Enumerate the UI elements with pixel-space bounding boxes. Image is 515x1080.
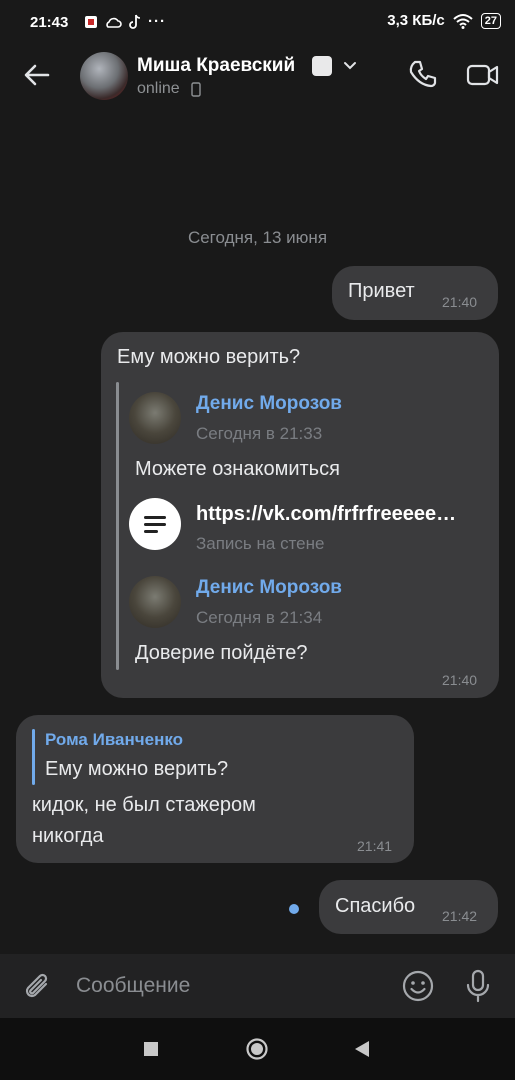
incoming-message[interactable]: Рома Иванченко Ему можно верить? кидок, …: [16, 715, 414, 863]
contact-avatar[interactable]: [80, 52, 128, 100]
video-call-icon[interactable]: [466, 60, 500, 90]
phone-call-icon[interactable]: [408, 58, 440, 90]
outgoing-message-with-forward[interactable]: Ему можно верить? Денис Морозов Сегодня …: [101, 332, 499, 698]
status-notification-icons: ···: [84, 13, 166, 30]
forward-quote-bar: [116, 382, 119, 670]
forward-date: Сегодня в 21:33: [196, 424, 323, 443]
wall-post-icon[interactable]: [129, 498, 181, 550]
message-input[interactable]: [70, 966, 392, 1006]
forward-author-avatar[interactable]: [129, 576, 181, 628]
contact-name[interactable]: Миша Краевский: [137, 55, 295, 77]
message-time: 21:40: [442, 294, 478, 310]
link-subtitle: Запись на стене: [196, 534, 325, 553]
unread-indicator: [289, 904, 299, 914]
forward-text: Доверие пойдёте?: [135, 642, 308, 664]
message-text-line2: никогда: [32, 825, 104, 847]
date-divider: Сегодня, 13 июня: [187, 228, 328, 247]
contact-status: online: [137, 80, 180, 97]
forward-date: Сегодня в 21:34: [196, 608, 323, 627]
tiktok-icon: [129, 14, 141, 29]
message-time: 21:40: [442, 672, 478, 688]
chat-header: Миша Краевский online: [0, 44, 515, 108]
notification-app-icon: [85, 15, 97, 28]
more-notifications-icon: ···: [148, 13, 166, 30]
person-emoji-icon: [312, 56, 332, 76]
link-title[interactable]: https://vk.com/frfrfreeeee…: [196, 503, 486, 526]
outgoing-message[interactable]: Спасибо 21:42: [319, 880, 498, 934]
status-right: 3,3 КБ/с 27: [387, 12, 501, 29]
reply-quote-bar: [32, 729, 35, 785]
message-text-line1: кидок, не был стажером: [32, 794, 256, 816]
lines-icon: [144, 516, 166, 533]
status-bar: 21:43 ··· 3,3 КБ/с 27: [0, 0, 515, 44]
paperclip-icon[interactable]: [22, 970, 54, 1004]
message-text: Спасибо: [335, 895, 416, 917]
message-text: Ему можно верить?: [117, 346, 301, 368]
emoji-icon[interactable]: [401, 969, 435, 1003]
back-button-icon[interactable]: [354, 1040, 370, 1058]
forward-author-name[interactable]: Денис Морозов: [196, 393, 342, 415]
network-speed: 3,3 КБ/с: [387, 12, 445, 29]
outgoing-message[interactable]: Привет 21:40: [332, 266, 498, 320]
battery-indicator: 27: [480, 12, 501, 29]
status-time: 21:43: [30, 14, 69, 31]
mobile-device-icon: [191, 82, 201, 97]
wifi-icon: [453, 13, 473, 29]
forward-text: Можете ознакомиться: [135, 458, 340, 480]
reply-author[interactable]: Рома Иванченко: [45, 730, 183, 750]
reply-text: Ему можно верить?: [45, 758, 229, 780]
forward-author-name[interactable]: Денис Морозов: [196, 577, 342, 599]
system-nav-bar: [0, 1018, 515, 1080]
message-time: 21:42: [442, 908, 478, 924]
message-composer: [0, 954, 515, 1018]
cloud-icon: [106, 17, 122, 28]
message-time: 21:41: [357, 838, 393, 854]
forward-author-avatar[interactable]: [129, 392, 181, 444]
home-button-icon[interactable]: [245, 1037, 269, 1061]
chevron-down-icon[interactable]: [342, 58, 358, 74]
microphone-icon[interactable]: [462, 968, 494, 1004]
recents-button-icon[interactable]: [143, 1041, 159, 1057]
back-arrow-icon[interactable]: [22, 60, 52, 90]
message-text: Привет: [348, 280, 415, 302]
